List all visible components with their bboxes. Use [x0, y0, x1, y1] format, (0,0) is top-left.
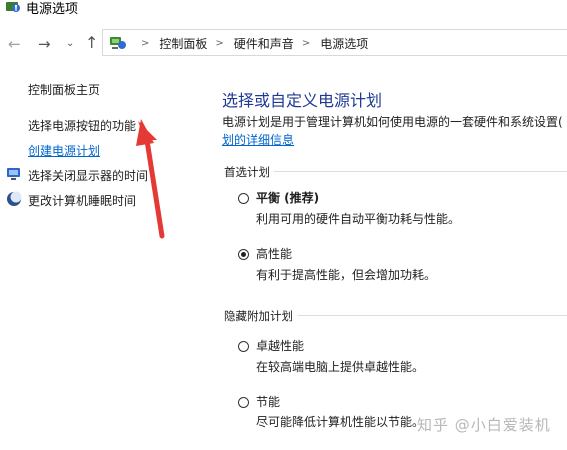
sidebar-item-sleep-time[interactable]: 更改计算机睡眠时间	[28, 192, 136, 209]
chevron-down-icon: ⌄	[66, 38, 75, 49]
plan-name-balanced[interactable]: 平衡 (推荐)	[256, 189, 319, 206]
plan-desc-ultimate-performance: 在较高端电脑上提供卓越性能。	[256, 360, 425, 374]
sidebar-item-create-plan[interactable]: 创建电源计划	[28, 142, 100, 159]
window-title: 电源选项	[26, 2, 79, 17]
breadcrumb-hardware-sound[interactable]: 硬件和声音	[234, 35, 294, 52]
plan-info-link[interactable]: 划的详细信息	[222, 131, 294, 148]
up-arrow-icon: ↑	[85, 33, 99, 52]
sleep-moon-icon	[7, 191, 22, 206]
sidebar-item-power-button[interactable]: 选择电源按钮的功能	[28, 117, 136, 134]
up-button[interactable]: ↑	[85, 33, 98, 53]
watermark: 知乎 @小白爱装机	[417, 416, 551, 434]
plan-desc-power-saver: 尽可能降低计算机性能以节能。	[256, 415, 425, 429]
title-bar: 电源选项	[0, 0, 567, 24]
plan-desc-balanced: 利用可用的硬件自动平衡功耗与性能。	[256, 212, 461, 226]
page-description: 电源计划是用于管理计算机如何使用电源的一套硬件和系统设置(	[222, 115, 563, 129]
plan-desc-high-performance: 有利于提高性能，但会增加功耗。	[256, 268, 437, 282]
sidebar-control-panel-home[interactable]: 控制面板主页	[28, 81, 100, 98]
page-title: 选择或自定义电源计划	[222, 91, 383, 110]
radio-high-performance[interactable]	[238, 249, 249, 260]
hidden-plans-label[interactable]: 隐藏附加计划	[224, 308, 293, 324]
recent-locations-button[interactable]: ⌄	[66, 34, 74, 54]
preferred-plans-label: 首选计划	[224, 165, 270, 179]
plan-name-power-saver[interactable]: 节能	[256, 393, 280, 410]
control-panel-icon	[110, 37, 126, 49]
breadcrumb-power-options[interactable]: 电源选项	[320, 35, 368, 52]
address-bar[interactable]: > 控制面板 > 硬件和声音 > 电源选项	[102, 29, 567, 56]
forward-button[interactable]: →	[38, 34, 51, 54]
radio-power-saver[interactable]	[238, 397, 249, 408]
chevron-right-icon[interactable]: >	[141, 38, 149, 49]
group-divider	[274, 171, 567, 172]
chevron-right-icon[interactable]: >	[215, 38, 223, 49]
power-options-icon	[6, 2, 20, 12]
plan-name-high-performance[interactable]: 高性能	[256, 245, 292, 262]
left-arrow-icon: ←	[8, 35, 21, 53]
back-button[interactable]: ←	[8, 34, 21, 54]
group-divider	[298, 315, 567, 316]
radio-balanced[interactable]	[238, 193, 249, 204]
chevron-right-icon[interactable]: >	[302, 38, 310, 49]
breadcrumb: > 控制面板 > 硬件和声音 > 电源选项	[133, 35, 368, 52]
plan-name-ultimate-performance[interactable]: 卓越性能	[256, 337, 304, 354]
right-arrow-icon: →	[38, 35, 51, 53]
breadcrumb-control-panel[interactable]: 控制面板	[159, 35, 207, 52]
radio-ultimate-performance[interactable]	[238, 341, 249, 352]
display-icon	[7, 168, 20, 180]
sidebar-item-display-off[interactable]: 选择关闭显示器的时间	[28, 167, 148, 184]
